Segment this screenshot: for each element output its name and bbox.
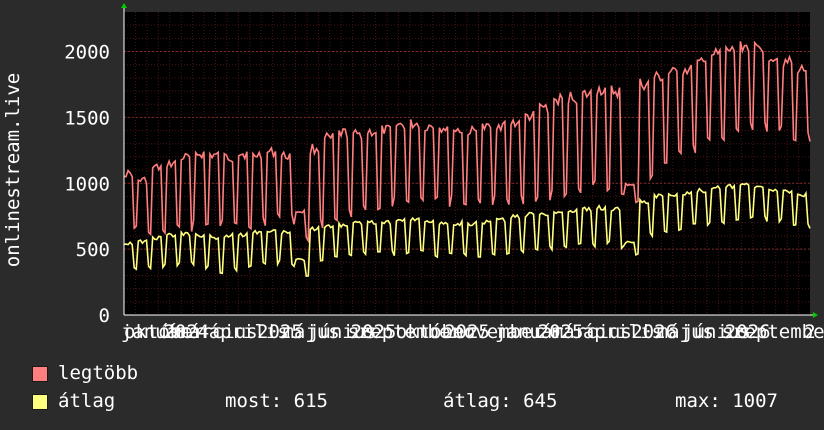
chart: 0 500 1000 1500 2000 októberjanuár2024márciu…: [2, 3, 824, 343]
legend-item-avg: átlag: [32, 390, 115, 412]
legend-label-max: legtöbb: [58, 362, 139, 384]
x-axis-arrow-icon: [813, 312, 818, 318]
x-tick-label: 2: [804, 321, 815, 343]
stat-max: max: 1007: [675, 390, 778, 412]
stat-average: átlag: 645: [443, 390, 558, 412]
legend-label-avg: átlag: [58, 390, 116, 412]
legend-item-max: legtöbb: [32, 362, 138, 384]
y-tick-label: 1500: [64, 107, 110, 129]
stat-now: most: 615: [225, 390, 328, 412]
y-axis: 0 500 1000 1500 2000: [64, 3, 127, 327]
x-axis: októberjanuár2024márciusáprilis2025május…: [121, 312, 824, 343]
y-tick-label: 0: [99, 305, 110, 327]
y-axis-label: onlinestream.live: [2, 73, 24, 267]
y-tick-label: 500: [76, 239, 110, 261]
y-tick-label: 1000: [64, 173, 110, 195]
y-tick-label: 2000: [64, 42, 110, 64]
legend-swatch-avg: [32, 393, 48, 410]
y-axis-arrow-icon: [121, 3, 127, 8]
legend-swatch-max: [32, 365, 48, 382]
